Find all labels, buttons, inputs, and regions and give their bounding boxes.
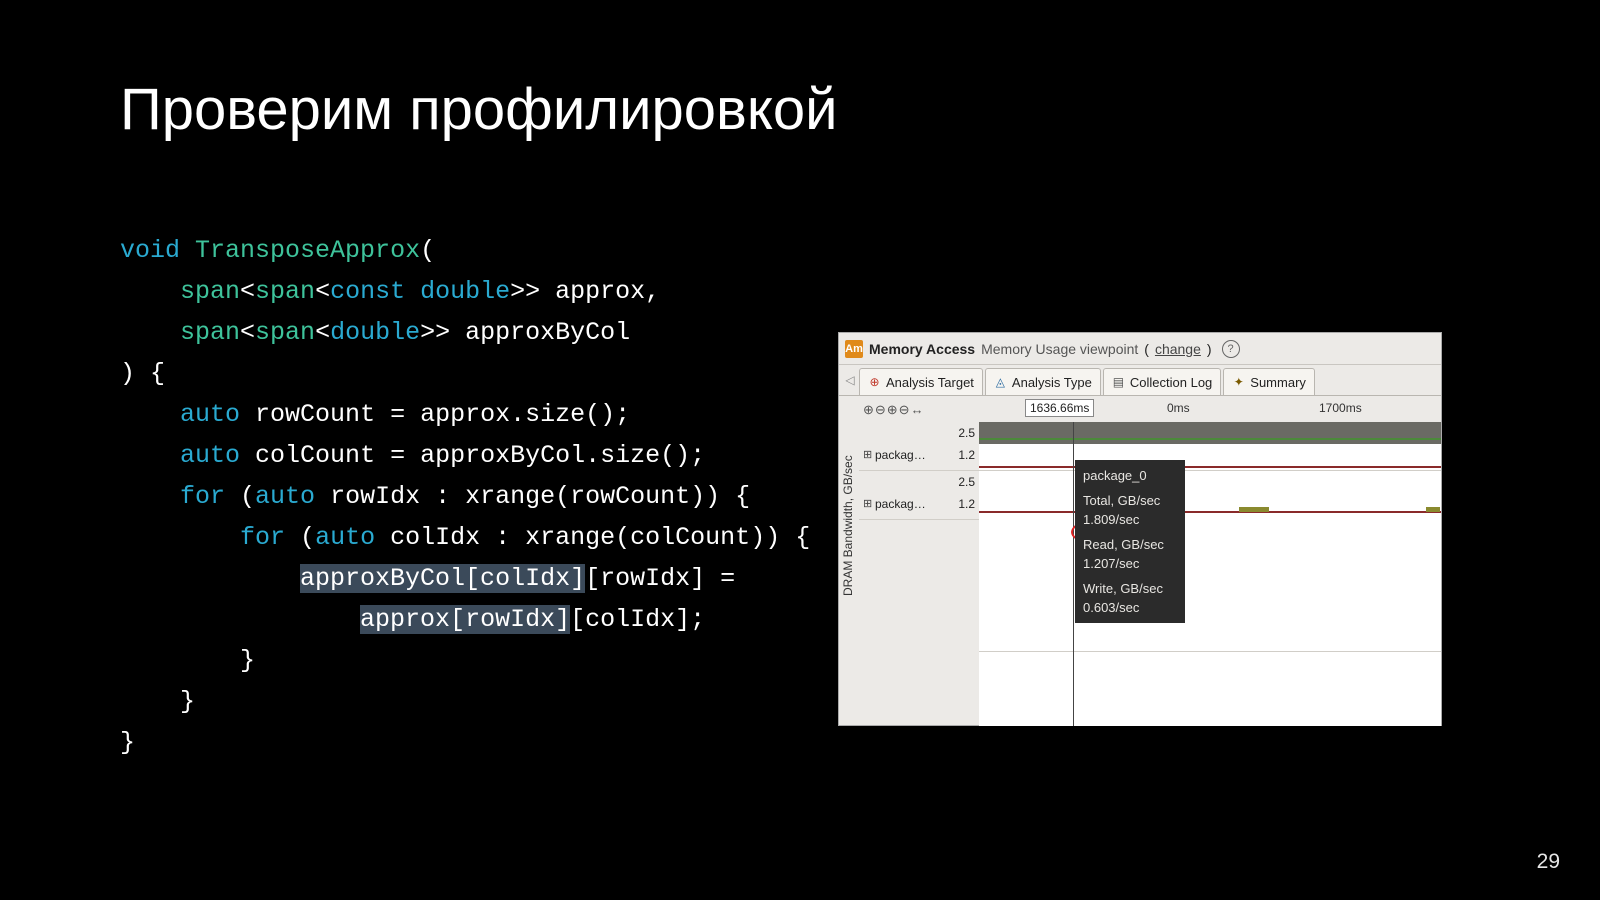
chevron-left-icon[interactable]: ◁ xyxy=(843,365,857,395)
tooltip: package_0 Total, GB/sec 1.809/sec Read, … xyxy=(1075,460,1185,623)
type-span: span xyxy=(255,277,315,306)
tab-analysis-target[interactable]: ⊕ Analysis Target xyxy=(859,368,983,395)
row-label-1[interactable]: 2.5 ⊞ packag… 1.2 xyxy=(859,471,979,520)
highlight-rhs: approx[rowIdx] xyxy=(360,605,570,634)
scale-high: 2.5 xyxy=(958,426,975,440)
keyword-for: for xyxy=(180,482,225,511)
tab-analysis-type[interactable]: ◬ Analysis Type xyxy=(985,368,1101,395)
scale-high: 2.5 xyxy=(958,475,975,489)
profiler-titlebar: Am Memory Access Memory Usage viewpoint … xyxy=(839,333,1441,365)
fn-xrange: xrange xyxy=(525,523,615,552)
profiler-subtitle: Memory Usage viewpoint xyxy=(981,341,1138,357)
band-spike xyxy=(1426,507,1440,512)
ref-approx: approx xyxy=(420,400,510,429)
tooltip-read-value: 1.207/sec xyxy=(1083,554,1177,573)
row-name: packag… xyxy=(875,448,926,462)
tab-label: Analysis Target xyxy=(886,375,974,390)
method-size: size xyxy=(600,441,660,470)
profiler-body: ⊕⊖⊕⊖↔ DRAM Bandwidth, GB/sec 1636.66ms 0… xyxy=(839,396,1441,726)
keyword-auto: auto xyxy=(180,441,240,470)
param-approx: approx xyxy=(555,277,645,306)
tooltip-write-value: 0.603/sec xyxy=(1083,598,1177,617)
type-span: span xyxy=(180,277,240,306)
tooltip-write-label: Write, GB/sec xyxy=(1083,579,1177,598)
var-rowidx: rowIdx xyxy=(330,482,420,511)
tab-label: Collection Log xyxy=(1130,375,1212,390)
keyword-double: double xyxy=(330,318,420,347)
slide-title: Проверим профилировкой xyxy=(120,76,838,143)
type-fn: TransposeApprox xyxy=(195,236,420,265)
tick-1700ms: 1700ms xyxy=(1319,401,1362,415)
band-green xyxy=(979,438,1441,440)
type-icon: ◬ xyxy=(994,376,1007,389)
expand-icon[interactable]: ⊞ xyxy=(863,497,872,510)
band-red xyxy=(979,511,1441,513)
ref-approxbycol: approxByCol xyxy=(420,441,585,470)
time-header: 1636.66ms 0ms 1700ms xyxy=(979,396,1441,423)
type-span: span xyxy=(255,318,315,347)
keyword-auto: auto xyxy=(255,482,315,511)
row-name: packag… xyxy=(875,497,926,511)
y-axis-label: DRAM Bandwidth, GB/sec xyxy=(841,455,855,596)
ref-colcount: colCount xyxy=(630,523,750,552)
band-red xyxy=(979,466,1441,468)
band-dram2 xyxy=(979,422,1441,444)
code-text: [colIdx]; xyxy=(570,605,705,634)
slide-number: 29 xyxy=(1537,850,1560,874)
fn-xrange: xrange xyxy=(465,482,555,511)
tab-label: Summary xyxy=(1250,375,1306,390)
code-block: void TransposeApprox( span<span<const do… xyxy=(120,230,810,763)
ref-rowcount: rowCount xyxy=(570,482,690,511)
type-span: span xyxy=(180,318,240,347)
chart-row-1 xyxy=(979,471,1441,652)
log-icon: ▤ xyxy=(1112,376,1125,389)
profiler-tabs: ◁ ⊕ Analysis Target ◬ Analysis Type ▤ Colle… xyxy=(839,365,1441,396)
profiler-title: Memory Access xyxy=(869,341,975,357)
var-colcount: colCount xyxy=(255,441,375,470)
tab-summary[interactable]: ✦ Summary xyxy=(1223,368,1315,395)
summary-icon: ✦ xyxy=(1232,376,1245,389)
slide: Проверим профилировкой void TransposeApp… xyxy=(0,0,1600,900)
band-spike xyxy=(1239,507,1269,512)
tab-label: Analysis Type xyxy=(1012,375,1092,390)
keyword-for: for xyxy=(240,523,285,552)
row-label-0[interactable]: 2.5 ⊞ packag… 1.2 xyxy=(859,422,979,471)
vtune-icon: Am xyxy=(845,340,863,358)
change-link[interactable]: change xyxy=(1155,341,1201,357)
var-colidx: colIdx xyxy=(390,523,480,552)
tooltip-read-label: Read, GB/sec xyxy=(1083,535,1177,554)
keyword-const: const xyxy=(330,277,405,306)
param-approxbycol: approxByCol xyxy=(465,318,630,347)
keyword-double: double xyxy=(420,277,510,306)
scale-low: 1.2 xyxy=(958,448,975,462)
scale-low: 1.2 xyxy=(958,497,975,511)
keyword-auto: auto xyxy=(315,523,375,552)
tab-collection-log[interactable]: ▤ Collection Log xyxy=(1103,368,1221,395)
row-labels-column: 2.5 ⊞ packag… 1.2 2.5 ⊞ packag… 1.2 xyxy=(859,422,980,726)
var-rowcount: rowCount xyxy=(255,400,375,429)
target-icon: ⊕ xyxy=(868,376,881,389)
close-paren: ) xyxy=(1207,341,1212,357)
profiler-panel: Am Memory Access Memory Usage viewpoint … xyxy=(838,332,1442,726)
open-paren: ( xyxy=(1144,341,1149,357)
highlight-lhs: approxByCol[colIdx] xyxy=(300,564,585,593)
expand-icon[interactable]: ⊞ xyxy=(863,448,872,461)
method-size: size xyxy=(525,400,585,429)
time-cursor-value: 1636.66ms xyxy=(1025,399,1094,417)
chart-row-0 xyxy=(979,422,1441,471)
keyword-auto: auto xyxy=(180,400,240,429)
keyword-void: void xyxy=(120,236,180,265)
tooltip-total-value: 1.809/sec xyxy=(1083,510,1177,529)
help-icon[interactable]: ? xyxy=(1222,340,1240,358)
tick-0ms: 0ms xyxy=(1167,401,1190,415)
time-cursor-line[interactable] xyxy=(1073,422,1074,726)
zoom-toolbar[interactable]: ⊕⊖⊕⊖↔ xyxy=(863,402,925,418)
tooltip-total-label: Total, GB/sec xyxy=(1083,491,1177,510)
code-text: [rowIdx] = xyxy=(585,564,735,593)
chart-area[interactable]: package_0 Total, GB/sec 1.809/sec Read, … xyxy=(979,422,1441,726)
tooltip-name: package_0 xyxy=(1083,466,1177,485)
